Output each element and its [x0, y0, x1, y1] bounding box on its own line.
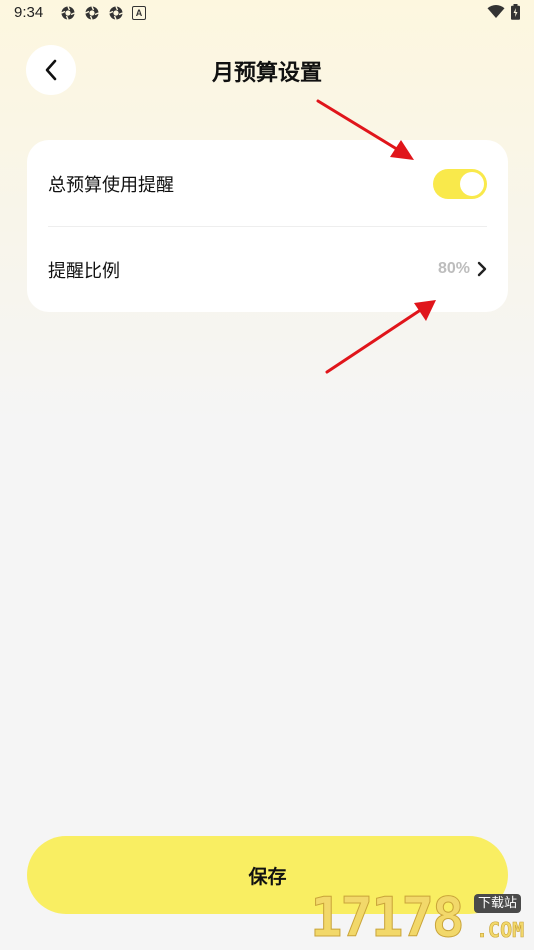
reminder-ratio-label: 提醒比例	[48, 261, 120, 282]
status-bar: 9:34 A	[0, 0, 534, 28]
a-badge-icon: A	[132, 6, 146, 20]
reminder-ratio-value: 80%	[437, 260, 470, 277]
settings-card: 总预算使用提醒 提醒比例 80%	[27, 140, 508, 312]
budget-reminder-row: 总预算使用提醒	[27, 140, 508, 226]
system-icons	[487, 4, 520, 20]
watermark-tag: 下载站	[474, 894, 522, 913]
budget-reminder-toggle[interactable]	[433, 169, 487, 199]
reminder-ratio-row[interactable]: 提醒比例 80%	[27, 226, 508, 312]
chevron-right-icon	[477, 261, 487, 277]
battery-icon	[511, 4, 520, 20]
wifi-icon	[487, 5, 505, 18]
watermark-digits: 17178	[310, 886, 466, 950]
budget-reminder-label: 总预算使用提醒	[48, 175, 174, 196]
watermark-domain: .COM	[476, 918, 525, 943]
settings-gear-icon	[85, 6, 99, 20]
settings-gear-icon	[61, 6, 75, 20]
watermark-logo: 17178 下载站 .COM	[310, 886, 534, 950]
status-time: 9:34	[14, 4, 44, 21]
page-title: 月预算设置	[211, 61, 322, 86]
toggle-knob	[460, 172, 484, 196]
notification-icons: A	[60, 5, 146, 21]
settings-gear-icon	[109, 6, 123, 20]
